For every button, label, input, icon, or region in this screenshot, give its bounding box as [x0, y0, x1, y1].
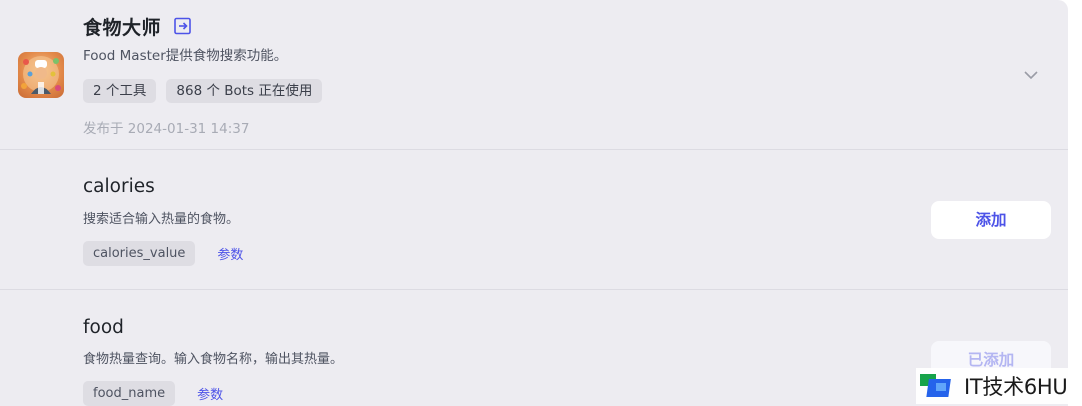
bot-usage-tag: 868 个 Bots 正在使用: [166, 79, 323, 103]
add-tool-button[interactable]: 添加: [931, 201, 1051, 239]
plugin-header[interactable]: 食物大师 Food Master提供食物搜索功能。 2 个工具 868 个 Bo…: [0, 0, 1068, 150]
open-link-icon[interactable]: [173, 16, 193, 36]
chevron-down-icon[interactable]: [1022, 66, 1040, 84]
params-link[interactable]: 参数: [217, 244, 243, 263]
plugin-title-row: 食物大师: [83, 12, 193, 40]
param-tag: calories_value: [83, 241, 196, 266]
plugin-title: 食物大师: [83, 16, 162, 39]
tool-description: 食物热量查询。输入食物名称，输出其热量。: [83, 352, 344, 367]
plugin-description: Food Master提供食物搜索功能。: [83, 48, 288, 64]
watermark: IT技术6HU: [916, 368, 1082, 404]
param-tag: food_name: [83, 381, 176, 406]
tool-name: calories: [83, 176, 155, 197]
watermark-text: IT技术6HU: [964, 375, 1068, 399]
plugin-panel: 食物大师 Food Master提供食物搜索功能。 2 个工具 868 个 Bo…: [0, 0, 1068, 406]
tool-count-tag: 2 个工具: [83, 79, 157, 103]
plugin-tags: 2 个工具 868 个 Bots 正在使用: [83, 79, 323, 103]
watermark-logo-icon: [916, 371, 960, 401]
published-date: 发布于 2024-01-31 14:37: [83, 121, 250, 137]
tool-params: food_name 参数: [83, 381, 223, 406]
tool-params: calories_value 参数: [83, 241, 243, 266]
tool-item-food: food 食物热量查询。输入食物名称，输出其热量。 food_name 参数 已…: [0, 290, 1068, 406]
tool-item-calories: calories 搜索适合输入热量的食物。 calories_value 参数 …: [0, 150, 1068, 290]
tool-name: food: [83, 317, 124, 338]
plugin-avatar: [18, 52, 64, 98]
params-link[interactable]: 参数: [197, 384, 223, 403]
tool-description: 搜索适合输入热量的食物。: [83, 212, 240, 227]
